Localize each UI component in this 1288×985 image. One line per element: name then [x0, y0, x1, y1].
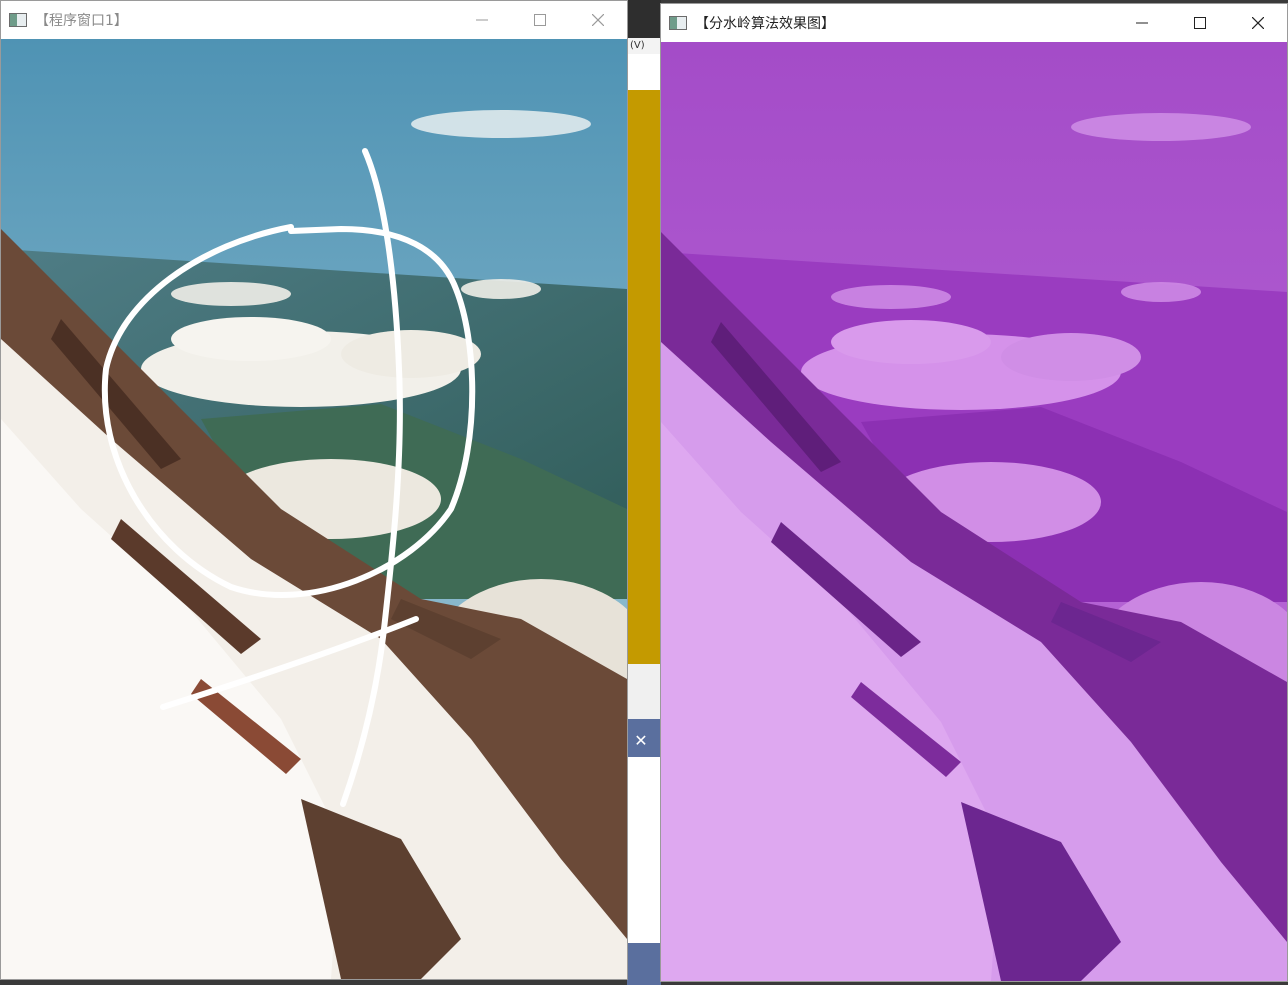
close-button[interactable] [1229, 4, 1287, 42]
program-window-1[interactable]: 【程序窗口1】 [0, 0, 628, 980]
minimize-icon [476, 19, 488, 21]
background-dialog: ✕ [627, 719, 661, 985]
image-canvas[interactable] [1, 39, 627, 979]
minimize-button[interactable] [453, 1, 511, 39]
background-app-titlebar [627, 0, 661, 38]
background-app-menu-fragment[interactable]: (V) [627, 38, 661, 54]
maximize-button[interactable] [1171, 4, 1229, 42]
watershed-photo [661, 42, 1287, 981]
maximize-icon [1194, 17, 1206, 29]
close-icon [1252, 17, 1264, 29]
minimize-icon [1136, 22, 1148, 24]
caption-buttons [1113, 4, 1287, 42]
window-titlebar[interactable]: 【程序窗口1】 [1, 1, 627, 39]
background-app-gray-panel [627, 664, 661, 719]
app-window-icon [9, 13, 27, 27]
mountain-photo [1, 39, 627, 979]
dialog-close-icon[interactable]: ✕ [627, 729, 655, 753]
window-title: 【程序窗口1】 [35, 13, 128, 29]
background-app-toolbar [627, 54, 661, 90]
desktop: (V) ✕ 【程序窗口1】 【分水岭算法效果图】 [0, 0, 1288, 985]
background-app-window[interactable]: (V) ✕ [627, 0, 661, 985]
background-app-gold-panel [627, 90, 661, 664]
maximize-icon [534, 14, 546, 26]
watershed-result-window[interactable]: 【分水岭算法效果图】 [660, 3, 1288, 982]
close-button[interactable] [569, 1, 627, 39]
close-icon [592, 14, 604, 26]
maximize-button[interactable] [511, 1, 569, 39]
app-window-icon [669, 16, 687, 30]
dialog-body [627, 757, 653, 943]
minimize-button[interactable] [1113, 4, 1171, 42]
window-titlebar[interactable]: 【分水岭算法效果图】 [661, 4, 1287, 42]
window-title: 【分水岭算法效果图】 [695, 16, 835, 32]
caption-buttons [453, 1, 627, 39]
image-canvas[interactable] [661, 42, 1287, 981]
